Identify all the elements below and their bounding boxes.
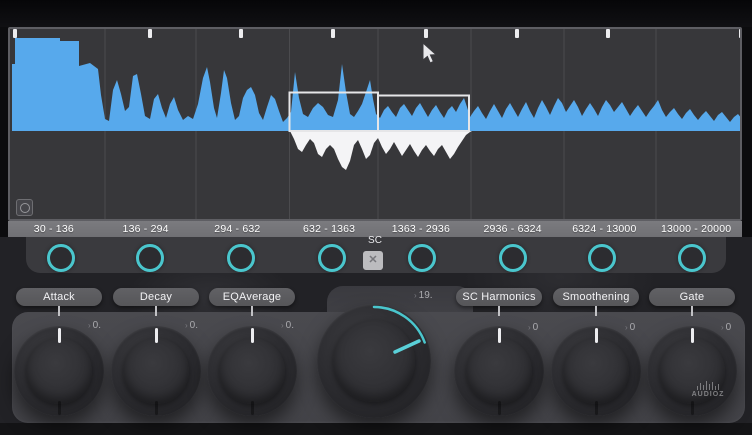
plugin-window: 30 - 136 136 - 294 294 - 632 632 - 1363 …	[0, 0, 752, 435]
value-arrow-icon: ›	[721, 323, 724, 332]
knob-pointer	[155, 328, 158, 343]
eqaverage-value: ›0.	[281, 320, 294, 331]
band-label: 6324 - 13000	[559, 223, 651, 235]
knob-label-smoothening[interactable]: Smoothening	[553, 288, 639, 306]
band-tick-handles[interactable]	[13, 29, 740, 38]
band-enable-button-1[interactable]	[47, 244, 75, 272]
band-enable-button-4[interactable]	[318, 244, 346, 272]
sc-harmonics-knob[interactable]	[454, 326, 544, 416]
sc-close-button[interactable]: ✕	[363, 251, 383, 270]
attack-value: ›0.	[88, 320, 101, 331]
pill-connector	[251, 306, 253, 316]
pill-connector	[595, 306, 597, 316]
band-enable-button-7[interactable]	[588, 244, 616, 272]
value-arrow-icon: ›	[414, 291, 417, 300]
knob-notch	[498, 401, 501, 415]
sc-label: SC	[360, 235, 390, 246]
band-label: 1363 - 2936	[375, 223, 467, 235]
top-black-bar	[0, 0, 752, 27]
decay-value: ›0.	[185, 320, 198, 331]
pill-connector	[58, 306, 60, 316]
pill-connector	[498, 306, 500, 316]
knob-notch	[251, 401, 254, 415]
spectrum-display[interactable]	[8, 27, 742, 221]
smoothening-value: ›0	[625, 322, 635, 333]
sc-main-value: ›19.	[414, 290, 433, 301]
attack-knob[interactable]	[14, 326, 104, 416]
knob-pointer	[595, 328, 598, 343]
close-icon: ✕	[368, 254, 377, 266]
band-label: 632 - 1363	[283, 223, 375, 235]
sc-harmonics-value: ›0	[528, 322, 538, 333]
knob-label-attack[interactable]: Attack	[16, 288, 102, 306]
value-arrow-icon: ›	[625, 323, 628, 332]
value-arrow-icon: ›	[528, 323, 531, 332]
sc-knob-indicator	[317, 304, 431, 418]
knob-pointer	[691, 328, 694, 343]
knob-notch	[691, 401, 694, 415]
circle-icon	[20, 203, 30, 213]
knob-pointer	[395, 341, 419, 352]
sc-main-knob[interactable]	[317, 304, 431, 418]
knob-pointer	[251, 328, 254, 343]
knob-pointer	[498, 328, 501, 343]
decay-knob[interactable]	[111, 326, 201, 416]
waveform-bars-icon	[686, 381, 730, 390]
knob-notch	[155, 401, 158, 415]
mouse-cursor-icon	[421, 42, 439, 66]
knob-face	[219, 338, 286, 405]
knob-face	[563, 338, 630, 405]
knob-notch	[595, 401, 598, 415]
band-label: 30 - 136	[8, 223, 100, 235]
eqaverage-knob[interactable]	[207, 326, 297, 416]
spectrum-waveform	[12, 38, 740, 131]
sidechain-mirror-waveform	[290, 131, 472, 170]
band-label: 2936 - 6324	[467, 223, 559, 235]
value-arrow-icon: ›	[185, 321, 188, 330]
band-enable-button-8[interactable]	[678, 244, 706, 272]
knob-label-sc-harmonics[interactable]: SC Harmonics	[456, 288, 542, 306]
pill-connector	[155, 306, 157, 316]
band-enable-button-5[interactable]	[408, 244, 436, 272]
value-arrow-icon: ›	[88, 321, 91, 330]
knob-face	[26, 338, 93, 405]
knob-label-gate[interactable]: Gate	[649, 288, 735, 306]
smoothening-knob[interactable]	[551, 326, 641, 416]
value-arc	[374, 307, 425, 343]
band-enable-button-6[interactable]	[499, 244, 527, 272]
knob-face	[123, 338, 190, 405]
knob-face	[466, 338, 533, 405]
band-enable-button-3[interactable]	[227, 244, 255, 272]
value-arrow-icon: ›	[281, 321, 284, 330]
pill-connector	[691, 306, 693, 316]
knob-label-eqaverage[interactable]: EQAverage	[209, 288, 295, 306]
knob-label-decay[interactable]: Decay	[113, 288, 199, 306]
band-enable-button-2[interactable]	[136, 244, 164, 272]
gate-value: ›0	[721, 322, 731, 333]
knob-pointer	[58, 328, 61, 343]
gate-knob[interactable]	[647, 326, 737, 416]
knob-notch	[58, 401, 61, 415]
spectrum-canvas[interactable]	[10, 29, 740, 219]
band-label: 136 - 294	[100, 223, 192, 235]
band-label: 294 - 632	[192, 223, 284, 235]
band-label: 13000 - 20000	[650, 223, 742, 235]
spectrum-corner-button[interactable]	[16, 199, 33, 216]
audioz-watermark: AUDIOZ	[686, 381, 730, 398]
bottom-dark-strip	[0, 423, 752, 435]
